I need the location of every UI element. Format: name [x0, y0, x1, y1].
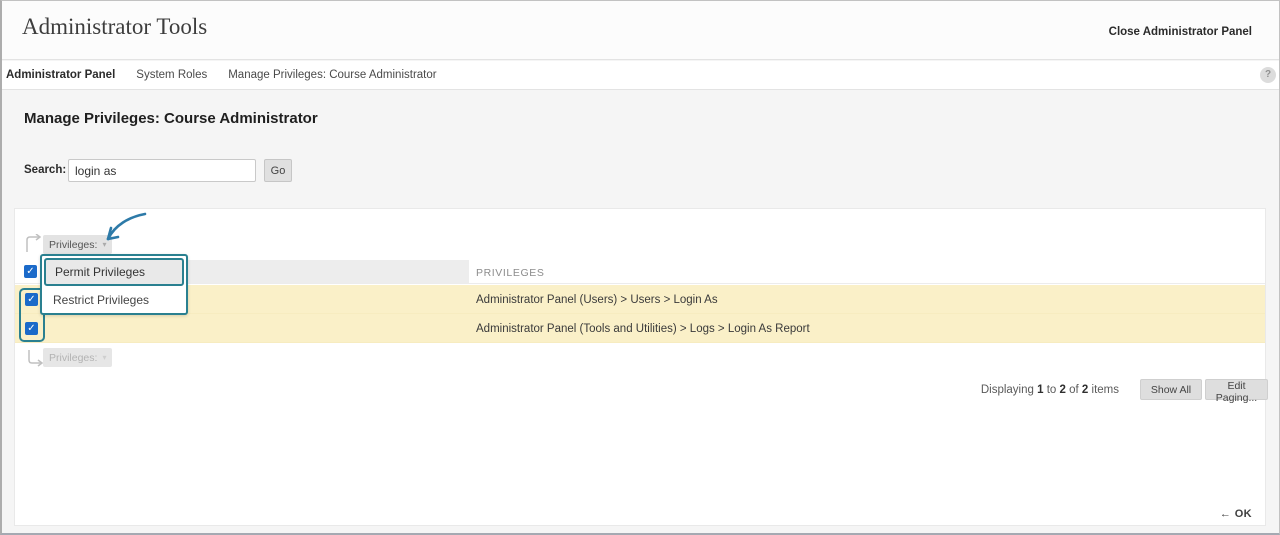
privileges-dropdown-button-disabled[interactable]: Privileges: ▾	[43, 348, 112, 367]
items-word: items	[1092, 384, 1119, 396]
privileges-button-label: Privileges:	[49, 352, 97, 364]
breadcrumb: Administrator Panel System Roles Manage …	[6, 61, 437, 89]
ok-button[interactable]: ← OK	[1220, 508, 1252, 520]
search-input[interactable]	[68, 159, 256, 182]
branch-arrow-icon	[24, 234, 44, 254]
privilege-cell: Administrator Panel (Users) > Users > Lo…	[476, 294, 718, 306]
table-row[interactable]: ✓ Administrator Panel (Tools and Utiliti…	[15, 314, 1265, 343]
top-header: Administrator Tools Close Administrator …	[2, 1, 1279, 60]
row-checkbox[interactable]: ✓	[25, 293, 38, 306]
of-word: of	[1069, 384, 1079, 396]
breadcrumb-admin-panel[interactable]: Administrator Panel	[6, 69, 115, 81]
search-label: Search:	[24, 164, 66, 176]
app-title: Administrator Tools	[22, 14, 207, 40]
menu-item-restrict-privileges[interactable]: Restrict Privileges	[42, 288, 186, 313]
close-admin-panel-button[interactable]: Close Administrator Panel	[1109, 26, 1252, 38]
privileges-dropdown-button[interactable]: Privileges: ▾	[43, 235, 112, 254]
items-total: 2	[1082, 384, 1088, 396]
select-all-checkbox[interactable]: ✓	[24, 265, 37, 278]
table-header-row: ✓ PRIVILEGES	[15, 260, 1265, 284]
edit-paging-button[interactable]: Edit Paging...	[1205, 379, 1268, 400]
privileges-column-header: PRIVILEGES	[476, 267, 544, 279]
breadcrumb-manage-privileges: Manage Privileges: Course Administrator	[228, 69, 436, 81]
show-all-button[interactable]: Show All	[1140, 379, 1202, 400]
privilege-cell: Administrator Panel (Tools and Utilities…	[476, 323, 810, 335]
privileges-dropdown-menu: Permit Privileges Restrict Privileges	[40, 254, 188, 315]
breadcrumb-system-roles[interactable]: System Roles	[136, 69, 207, 81]
pagination-bar: Displaying 1 to 2 of 2 items Show All Ed…	[15, 379, 1265, 401]
displaying-word: Displaying	[981, 384, 1034, 396]
page-from: 1	[1037, 384, 1043, 396]
chevron-down-icon: ▾	[102, 240, 106, 249]
page-title: Manage Privileges: Course Administrator	[24, 110, 318, 127]
help-icon[interactable]: ?	[1260, 67, 1276, 83]
displaying-text: Displaying 1 to 2 of 2 items	[981, 384, 1119, 396]
menu-item-permit-privileges[interactable]: Permit Privileges	[44, 258, 184, 286]
row-checkbox[interactable]: ✓	[25, 322, 38, 335]
admin-tools-window: Administrator Tools Close Administrator …	[0, 0, 1280, 535]
privileges-panel: Privileges: ▾ ✓ PRIVILEGES ✓ Administrat…	[14, 208, 1266, 526]
table-row[interactable]: ✓ Administrator Panel (Users) > Users > …	[15, 285, 1265, 314]
privileges-button-label: Privileges:	[49, 239, 97, 251]
to-word: to	[1047, 384, 1057, 396]
go-button[interactable]: Go	[264, 159, 292, 182]
page-to: 2	[1060, 384, 1066, 396]
chevron-down-icon: ▾	[102, 353, 106, 362]
breadcrumb-bar: Administrator Panel System Roles Manage …	[2, 61, 1279, 90]
